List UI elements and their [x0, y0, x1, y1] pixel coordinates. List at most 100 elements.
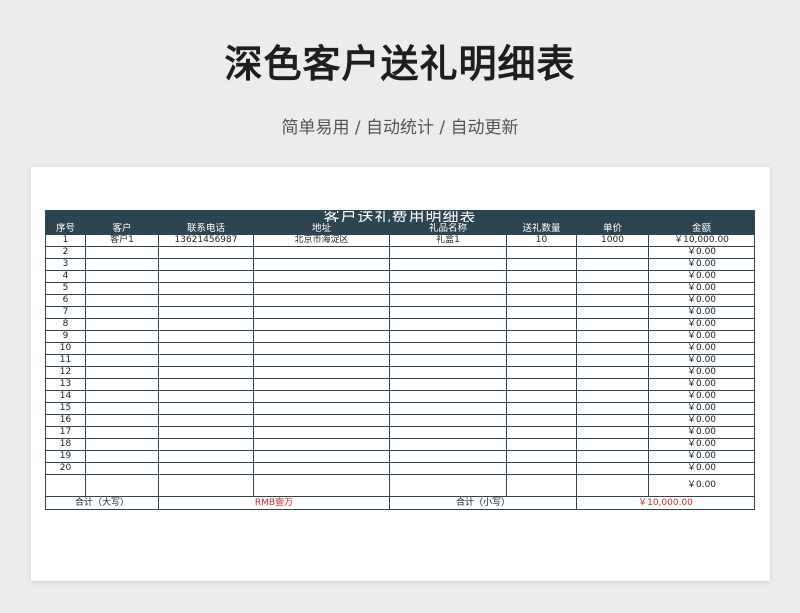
- cell-quantity[interactable]: 10: [506, 234, 577, 247]
- cell-address[interactable]: [253, 294, 390, 307]
- cell-quantity[interactable]: [506, 306, 577, 319]
- cell-address[interactable]: [253, 306, 390, 319]
- cell-gift[interactable]: [389, 426, 507, 439]
- cell-quantity[interactable]: [506, 462, 577, 475]
- cell-amount[interactable]: ￥0.00: [647, 270, 756, 283]
- cell-address[interactable]: [253, 318, 390, 331]
- cell-quantity[interactable]: [506, 282, 577, 295]
- cell-customer[interactable]: [85, 414, 159, 427]
- cell-phone[interactable]: [158, 258, 254, 271]
- cell-index[interactable]: 9: [45, 330, 86, 343]
- cell-phone[interactable]: [158, 402, 254, 415]
- cell-phone[interactable]: [158, 342, 254, 355]
- cell-gift[interactable]: [389, 354, 507, 367]
- cell-address[interactable]: [253, 378, 390, 391]
- cell-quantity[interactable]: [506, 330, 577, 343]
- cell-index[interactable]: 6: [45, 294, 86, 307]
- cell-gift[interactable]: [389, 270, 507, 283]
- cell-index[interactable]: 3: [45, 258, 86, 271]
- cell-gift[interactable]: [389, 282, 507, 295]
- cell-quantity[interactable]: [506, 258, 577, 271]
- cell-amount[interactable]: ￥0.00: [647, 282, 756, 295]
- cell-amount[interactable]: ￥0.00: [647, 402, 756, 415]
- cell-gift[interactable]: [389, 246, 507, 259]
- cell-unit-price[interactable]: [576, 402, 649, 415]
- cell-unit-price[interactable]: [576, 282, 649, 295]
- cell-address[interactable]: [253, 438, 390, 451]
- cell-quantity[interactable]: [506, 318, 577, 331]
- cell-gift[interactable]: [389, 414, 507, 427]
- cell-phone[interactable]: [158, 390, 254, 403]
- cell-index[interactable]: 1: [45, 234, 86, 247]
- cell-unit-price[interactable]: [576, 462, 649, 475]
- cell-address[interactable]: [253, 354, 390, 367]
- cell-customer[interactable]: [85, 378, 159, 391]
- cell-quantity[interactable]: [506, 390, 577, 403]
- cell-customer[interactable]: [85, 342, 159, 355]
- cell-phone[interactable]: [158, 462, 254, 475]
- cell-quantity[interactable]: [506, 366, 577, 379]
- cell-index[interactable]: 8: [45, 318, 86, 331]
- cell-quantity[interactable]: [506, 474, 577, 497]
- cell-amount[interactable]: ￥0.00: [647, 318, 756, 331]
- cell-unit-price[interactable]: [576, 246, 649, 259]
- cell-amount[interactable]: ￥0.00: [647, 366, 756, 379]
- cell-customer[interactable]: [85, 390, 159, 403]
- cell-phone[interactable]: [158, 378, 254, 391]
- cell-unit-price[interactable]: [576, 366, 649, 379]
- cell-gift[interactable]: [389, 450, 507, 463]
- cell-phone[interactable]: [158, 450, 254, 463]
- cell-gift[interactable]: [389, 330, 507, 343]
- cell-unit-price[interactable]: 1000: [576, 234, 649, 247]
- cell-phone[interactable]: [158, 438, 254, 451]
- cell-quantity[interactable]: [506, 414, 577, 427]
- cell-customer[interactable]: [85, 246, 159, 259]
- cell-amount[interactable]: ￥0.00: [647, 450, 756, 463]
- cell-amount[interactable]: ￥0.00: [647, 294, 756, 307]
- cell-customer[interactable]: [85, 318, 159, 331]
- cell-amount[interactable]: ￥0.00: [647, 438, 756, 451]
- cell-address[interactable]: [253, 270, 390, 283]
- cell-unit-price[interactable]: [576, 342, 649, 355]
- cell-unit-price[interactable]: [576, 426, 649, 439]
- cell-gift[interactable]: [389, 318, 507, 331]
- cell-unit-price[interactable]: [576, 474, 649, 497]
- cell-phone[interactable]: [158, 294, 254, 307]
- cell-unit-price[interactable]: [576, 270, 649, 283]
- cell-customer[interactable]: [85, 474, 159, 497]
- cell-index[interactable]: 5: [45, 282, 86, 295]
- cell-unit-price[interactable]: [576, 318, 649, 331]
- cell-address[interactable]: [253, 342, 390, 355]
- cell-quantity[interactable]: [506, 354, 577, 367]
- cell-gift[interactable]: [389, 366, 507, 379]
- cell-amount[interactable]: ￥0.00: [647, 258, 756, 271]
- cell-index[interactable]: 7: [45, 306, 86, 319]
- cell-phone[interactable]: [158, 318, 254, 331]
- cell-customer[interactable]: [85, 270, 159, 283]
- total-lower-value[interactable]: ￥10,000.00: [575, 496, 756, 510]
- cell-unit-price[interactable]: [576, 258, 649, 271]
- cell-index[interactable]: 19: [45, 450, 86, 463]
- cell-customer[interactable]: [85, 438, 159, 451]
- cell-unit-price[interactable]: [576, 450, 649, 463]
- cell-address[interactable]: [253, 282, 390, 295]
- cell-gift[interactable]: [389, 294, 507, 307]
- cell-index[interactable]: 15: [45, 402, 86, 415]
- cell-quantity[interactable]: [506, 438, 577, 451]
- cell-index[interactable]: 16: [45, 414, 86, 427]
- cell-unit-price[interactable]: [576, 330, 649, 343]
- cell-quantity[interactable]: [506, 294, 577, 307]
- cell-customer[interactable]: [85, 426, 159, 439]
- cell-quantity[interactable]: [506, 450, 577, 463]
- cell-address[interactable]: [253, 402, 390, 415]
- cell-quantity[interactable]: [506, 402, 577, 415]
- cell-amount[interactable]: ￥0.00: [647, 390, 756, 403]
- cell-amount[interactable]: ￥0.00: [647, 462, 756, 475]
- cell-quantity[interactable]: [506, 426, 577, 439]
- cell-phone[interactable]: [158, 366, 254, 379]
- cell-phone[interactable]: [158, 426, 254, 439]
- cell-gift[interactable]: [389, 390, 507, 403]
- cell-unit-price[interactable]: [576, 378, 649, 391]
- cell-address[interactable]: [253, 450, 390, 463]
- cell-customer[interactable]: [85, 330, 159, 343]
